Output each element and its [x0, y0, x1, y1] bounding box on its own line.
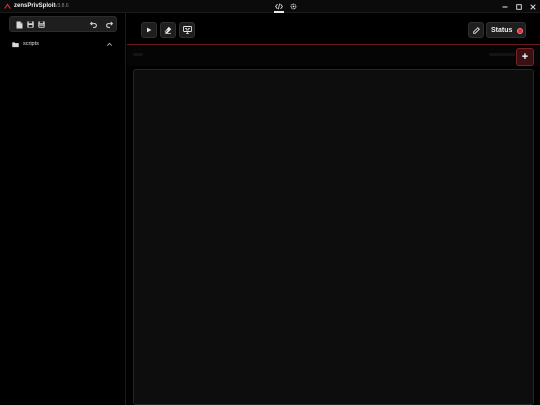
minimize-icon — [502, 6, 507, 7]
eraser-icon — [164, 26, 172, 34]
close-icon — [529, 3, 536, 10]
editor-toolbar: Status — [127, 13, 540, 45]
status-indicator — [517, 28, 523, 34]
close-button[interactable] — [528, 2, 537, 11]
code-editor[interactable] — [133, 69, 534, 405]
plus-icon: + — [521, 50, 529, 63]
code-icon — [275, 3, 283, 10]
file-toolbar — [9, 16, 117, 32]
save-as-button[interactable] — [37, 20, 46, 29]
status-label: Status — [491, 27, 513, 34]
tab-editor[interactable] — [274, 2, 284, 11]
folder-icon — [12, 42, 19, 48]
script-tab-bar: + — [127, 46, 540, 66]
attach-button[interactable] — [179, 22, 195, 38]
maximize-icon — [515, 3, 522, 10]
app-version: v3.8.6 — [55, 3, 69, 9]
add-tab-button[interactable]: + — [516, 48, 534, 66]
app-logo-icon — [4, 3, 11, 9]
edit-icon — [472, 26, 480, 34]
script-tab[interactable] — [133, 53, 143, 56]
tab-scrollbar[interactable] — [489, 53, 515, 56]
edit-button[interactable] — [468, 22, 484, 38]
undo-icon — [89, 21, 97, 28]
file-explorer-sidebar: scripts — [0, 13, 126, 405]
tab-settings[interactable] — [288, 2, 298, 11]
play-icon — [147, 27, 152, 33]
save-button[interactable] — [26, 20, 35, 29]
folder-scripts[interactable]: scripts — [9, 40, 117, 50]
undo-button[interactable] — [89, 20, 98, 29]
chevron-up-icon[interactable] — [106, 41, 113, 48]
status-button[interactable]: Status — [486, 22, 526, 38]
redo-button[interactable] — [104, 20, 113, 29]
attach-icon — [182, 26, 192, 34]
execute-button[interactable] — [141, 22, 157, 38]
title-bar: zensPrivSploit v3.8.6 — [0, 0, 540, 13]
minimize-button[interactable] — [500, 2, 509, 11]
folder-label: scripts — [23, 41, 39, 47]
maximize-button[interactable] — [514, 2, 523, 11]
redo-icon — [105, 21, 113, 28]
app-title: zensPrivSploit — [14, 3, 56, 9]
gear-icon — [290, 3, 296, 10]
editor-panel: Status + — [127, 13, 540, 405]
new-file-icon — [16, 21, 23, 28]
save-as-icon — [38, 21, 45, 28]
new-file-button[interactable] — [15, 20, 24, 29]
save-icon — [27, 21, 34, 28]
clear-button[interactable] — [160, 22, 176, 38]
